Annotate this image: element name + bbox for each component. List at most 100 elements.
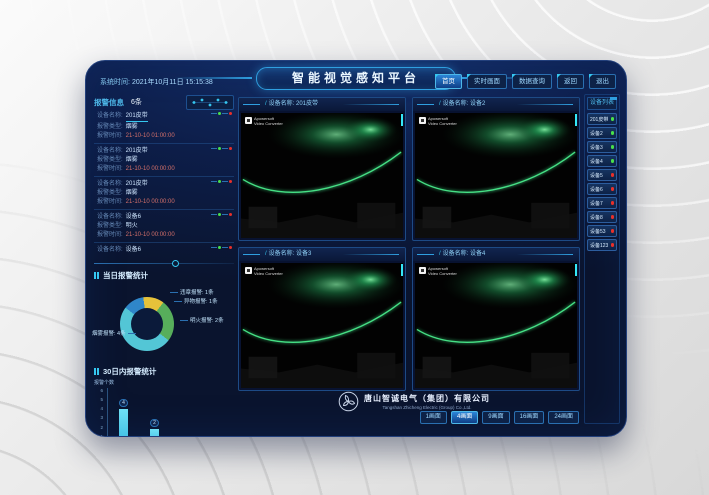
video-title: /设备名称: 设备3 [239, 248, 405, 261]
device-status-dot [611, 229, 615, 233]
field-label: 设备名称: [97, 112, 123, 122]
pie-label: 异物报警: 1条 [174, 297, 218, 305]
nav-button[interactable]: 数据查询 [512, 74, 552, 89]
alarm-device-name: 201皮带 [126, 112, 148, 122]
video-feed: ApowersoftVideo Converter [415, 113, 577, 238]
nav-button[interactable]: 实时画面 [467, 74, 507, 89]
view-layout-button[interactable]: 16画面 [514, 411, 545, 424]
device-status-dot [611, 159, 615, 163]
donut-chart [120, 297, 174, 351]
device-item[interactable]: 201皮带 [587, 113, 617, 125]
device-item[interactable]: 设备7 [587, 197, 617, 209]
pie-label: 违章报警: 1条 [170, 288, 214, 296]
field-label: 报警时间: [97, 132, 123, 140]
device-item[interactable]: 设备53 [587, 225, 617, 237]
video-grid: /设备名称: 201皮带ApowersoftVideo Converter/设备… [238, 97, 580, 391]
device-name: 设备4 [590, 158, 603, 165]
device-status-dot [611, 243, 615, 247]
alarm-item[interactable]: 设备名称:201皮带报警类型:烟雾报警时间:21-10-10 01:00:00 [94, 109, 234, 144]
view-layout-button[interactable]: 1画面 [420, 411, 447, 424]
nav-buttons: 首页实时画面数据查询返回退出 [435, 74, 616, 89]
video-frame-image [241, 263, 403, 388]
device-status-dot [611, 173, 615, 177]
alarm-item[interactable]: 设备名称:201皮带报警类型:烟雾报警时间:21-10-10 00:00:00 [94, 144, 234, 177]
alarm-item[interactable]: 设备名称:设备6 [94, 243, 234, 258]
system-time-label: 系统时间: [100, 79, 130, 86]
bar: 4烟雾 [108, 399, 139, 437]
alarm-time: 21-10-10 00:00:00 [126, 198, 175, 206]
device-item[interactable]: 设备8 [587, 211, 617, 223]
video-panel[interactable]: /设备名称: 设备2ApowersoftVideo Converter [412, 97, 580, 241]
watermark-text: ApowersoftVideo Converter [254, 267, 283, 276]
node-graph-icon [186, 95, 234, 110]
watermark-icon [419, 117, 426, 124]
watermark: ApowersoftVideo Converter [245, 267, 283, 276]
pie-label: 明火报警: 2条 [180, 316, 224, 324]
view-layout-button[interactable]: 9画面 [482, 411, 509, 424]
field-label: 报警时间: [97, 165, 123, 173]
video-panel[interactable]: /设备名称: 设备3 ApowersoftVideo Converter [238, 247, 406, 391]
video-accent-bar [401, 114, 403, 126]
page-title: 智能视觉感知平台 [256, 67, 456, 90]
video-frame-image [241, 113, 403, 238]
alarm-panel-title: 报警信息 [94, 97, 124, 108]
device-name: 设备123 [590, 242, 608, 249]
nav-button[interactable]: 退出 [589, 74, 616, 89]
alarm-type: 烟雾 [126, 156, 138, 164]
alarm-item[interactable]: 设备名称:设备6报警类型:明火报警时间:21-10-10 00:00:00 [94, 210, 234, 243]
video-panel[interactable]: /设备名称: 201皮带ApowersoftVideo Converter [238, 97, 406, 241]
title-wing-left [174, 77, 252, 79]
nav-button[interactable]: 返回 [557, 74, 584, 89]
panel-divider [94, 259, 234, 267]
field-label: 报警类型: [97, 189, 123, 197]
alarm-status-indicator [211, 246, 232, 249]
alarm-panel: 报警信息 6条 设备名称:201皮带报警类型:烟雾报警时间:21-10-10 0… [94, 95, 234, 429]
device-panel: 设备列表 201皮带设备2 设备3 设备4 设备5 设备6 设备7 设备8 设备53 设备123 [584, 94, 620, 424]
video-panel[interactable]: /设备名称: 设备4ApowersoftVideo Converter [412, 247, 580, 391]
device-item[interactable]: 设备2 [587, 127, 617, 139]
field-label: 报警类型: [97, 222, 123, 230]
field-label: 报警类型: [97, 156, 123, 164]
device-item[interactable]: 设备3 [587, 141, 617, 153]
alarm-item[interactable]: 设备名称:201皮带报警类型:烟雾报警时间:21-10-10 00:00:00 [94, 177, 234, 210]
alarm-status-indicator [211, 112, 232, 115]
alarm-device-name: 设备6 [126, 246, 141, 254]
alarm-status-indicator [211, 180, 232, 183]
monthly-stats-title: 30日内报警统计 [94, 366, 234, 377]
alarm-status-indicator [211, 147, 232, 150]
alarm-type: 烟雾 [126, 123, 138, 131]
device-item[interactable]: 设备6 [587, 183, 617, 195]
bar-value: 4 [119, 399, 128, 407]
nav-button[interactable]: 首页 [435, 74, 462, 89]
field-label: 设备名称: [97, 213, 123, 221]
watermark-icon [245, 117, 252, 124]
watermark-text: ApowersoftVideo Converter [254, 117, 283, 126]
device-item[interactable]: 设备123 [587, 239, 617, 251]
view-layout-buttons: 1画面 4画面 9画面 16画面24画面 [420, 411, 579, 424]
device-status-dot [611, 145, 615, 149]
alarm-type: 烟雾 [126, 189, 138, 197]
device-status-dot [611, 187, 615, 191]
video-accent-bar [575, 114, 577, 126]
company-name-cn: 唐山智诚电气（集团）有限公司 [364, 393, 490, 404]
page-background: 系统时间:2021年10月11日 15:15:38 智能视觉感知平台 首页实时画… [0, 0, 709, 495]
video-frame-image [415, 263, 577, 388]
device-status-dot [611, 117, 615, 121]
device-item[interactable]: 设备5 [587, 169, 617, 181]
device-item[interactable]: 设备4 [587, 155, 617, 167]
device-status-dot [611, 131, 615, 135]
bar-y-axis: 6543210 [94, 388, 103, 437]
view-layout-button[interactable]: 24画面 [548, 411, 579, 424]
view-layout-button[interactable]: 4画面 [451, 411, 478, 424]
watermark: ApowersoftVideo Converter [245, 117, 283, 126]
watermark-text: ApowersoftVideo Converter [428, 267, 457, 276]
device-list: 201皮带设备2 设备3 设备4 设备5 设备6 设备7 设备8 设备53 设备123 [587, 113, 617, 251]
watermark-icon [245, 267, 252, 274]
company-signature: 唐山智诚电气（集团）有限公司 Tangshan Zhicheng Electri… [338, 391, 490, 412]
device-name: 设备2 [590, 130, 603, 137]
watermark: ApowersoftVideo Converter [419, 267, 457, 276]
device-status-dot [611, 201, 615, 205]
device-name: 设备6 [590, 186, 603, 193]
device-panel-title: 设备列表 [587, 97, 617, 110]
alarm-list: 设备名称:201皮带报警类型:烟雾报警时间:21-10-10 01:00:00设… [94, 109, 234, 258]
